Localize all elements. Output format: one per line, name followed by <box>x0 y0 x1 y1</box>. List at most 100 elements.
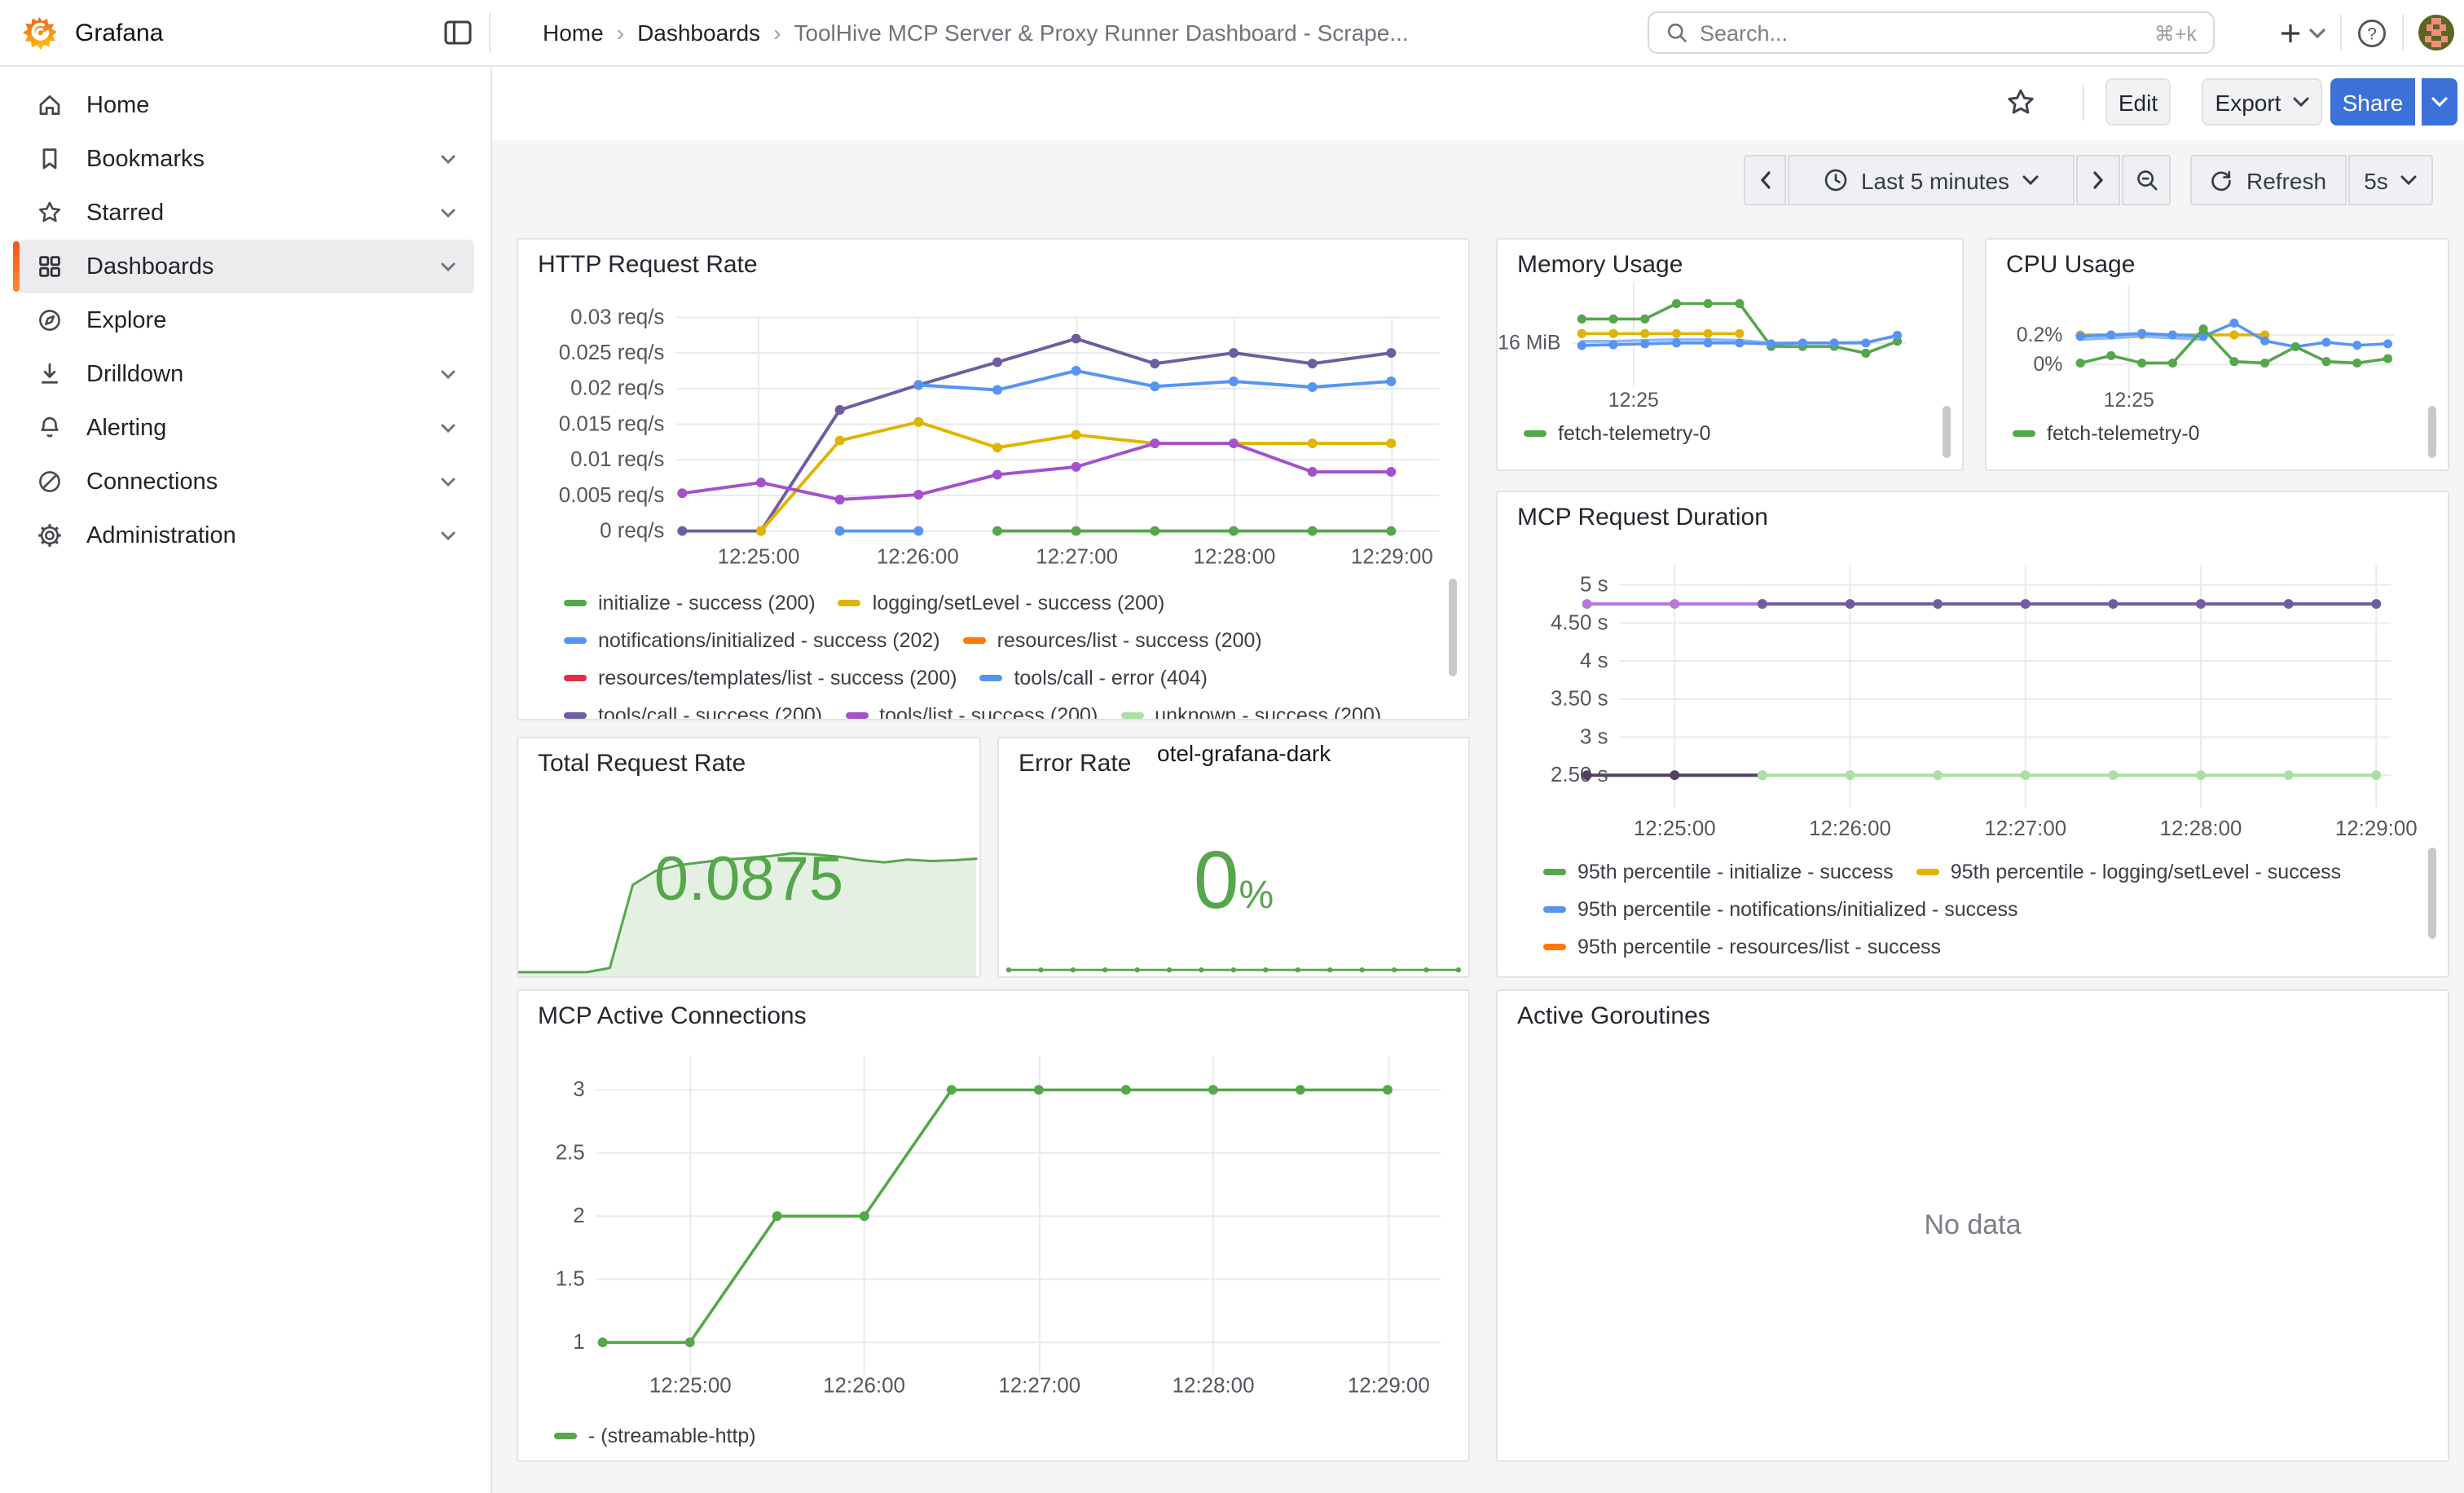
sidebar-item-alerting[interactable]: Alerting <box>20 401 474 455</box>
svg-text:12:29:00: 12:29:00 <box>1348 1375 1430 1398</box>
search-input[interactable]: Search... ⌘+k <box>1648 11 2215 54</box>
panel-title[interactable]: Error Rate <box>1019 750 1131 777</box>
legend-item[interactable]: 95th percentile - initialize - success <box>1543 861 1894 882</box>
svg-text:0.02 req/s: 0.02 req/s <box>570 377 664 400</box>
stat-number: 0 <box>1194 835 1239 926</box>
sidebar-item-home[interactable]: Home <box>20 78 474 132</box>
svg-text:0.01 req/s: 0.01 req/s <box>570 448 664 471</box>
panel-active-goroutines: Active Goroutines No data <box>1496 989 2449 1462</box>
sidebar-toggle-icon[interactable] <box>443 18 473 47</box>
star-icon <box>36 199 64 227</box>
svg-text:5 s: 5 s <box>1580 574 1608 597</box>
chevron-down-icon <box>438 364 458 384</box>
sidebar-item-label: Bookmarks <box>86 146 205 172</box>
avatar[interactable] <box>2418 15 2454 51</box>
panel-title[interactable]: MCP Active Connections <box>538 1002 807 1030</box>
refresh-interval-picker[interactable]: 5s <box>2348 155 2433 205</box>
legend-series-label: 95th percentile - notifications/initiali… <box>1577 897 2018 920</box>
legend-scrollbar[interactable] <box>1943 406 1951 458</box>
sidebar-item-administration[interactable]: Administration <box>20 509 474 562</box>
header-divider <box>2402 15 2404 51</box>
legend-item[interactable]: 95th percentile - notifications/initiali… <box>1543 898 2018 919</box>
zoom-out-button[interactable] <box>2122 155 2171 205</box>
sidebar-item-drilldown[interactable]: Drilldown <box>20 347 474 401</box>
sidebar-item-bookmarks[interactable]: Bookmarks <box>20 132 474 186</box>
chevron-down-icon <box>438 257 458 276</box>
bookmark-icon <box>36 145 64 173</box>
share-menu-button[interactable] <box>2418 78 2457 126</box>
stat-value: 0.0875 <box>518 846 979 916</box>
svg-text:1: 1 <box>573 1331 584 1354</box>
refresh-icon <box>2211 169 2233 192</box>
connections-icon <box>36 468 64 495</box>
legend-item[interactable]: notifications/initialized - success (202… <box>564 629 940 650</box>
legend-item[interactable]: 95th percentile - logging/setLevel - suc… <box>1916 861 2341 882</box>
svg-text:3 s: 3 s <box>1580 725 1608 748</box>
gear-icon <box>36 522 64 549</box>
legend-series-label: initialize - success (200) <box>598 592 816 614</box>
legend-item[interactable]: fetch-telemetry-0 <box>1524 422 1711 443</box>
legend-item[interactable]: resources/list - success (200) <box>963 629 1262 650</box>
legend-item[interactable]: - (streamable-http) <box>554 1425 756 1446</box>
export-button-label: Export <box>2215 89 2281 115</box>
legend-item[interactable]: 95th percentile - resources/list - succe… <box>1543 936 1941 957</box>
refresh-button[interactable]: Refresh <box>2190 155 2347 205</box>
chevron-down-icon <box>438 203 458 222</box>
panel-title[interactable]: Total Request Rate <box>538 750 746 777</box>
share-button[interactable]: Share <box>2330 78 2415 126</box>
chevron-down-icon <box>438 149 458 169</box>
legend-item[interactable]: tools/call - success (200) <box>564 704 822 720</box>
drilldown-icon <box>36 360 64 388</box>
mcp-request-duration-legend: 95th percentile - initialize - success 95… <box>1543 861 2436 962</box>
favorite-star-icon[interactable] <box>2004 86 2037 119</box>
legend-scrollbar[interactable] <box>2428 848 2436 939</box>
time-forward-button[interactable] <box>2076 155 2120 205</box>
sidebar-item-starred[interactable]: Starred <box>20 186 474 240</box>
chevron-down-icon <box>2022 174 2039 186</box>
breadcrumb-dashboards[interactable]: Dashboards <box>637 20 760 46</box>
share-button-label: Share <box>2343 89 2404 115</box>
edit-button[interactable]: Edit <box>2105 78 2171 126</box>
svg-text:2.5: 2.5 <box>556 1142 585 1165</box>
legend-series-color-icon <box>2013 429 2035 436</box>
breadcrumb-home[interactable]: Home <box>543 20 604 46</box>
legend-item[interactable]: resources/templates/list - success (200) <box>564 667 957 688</box>
panel-title[interactable]: HTTP Request Rate <box>538 251 758 279</box>
legend-series-label: notifications/initialized - success (202… <box>598 628 940 651</box>
panel-title[interactable]: MCP Request Duration <box>1517 504 1768 531</box>
sidebar-item-dashboards[interactable]: Dashboards <box>20 240 474 293</box>
legend-series-color-icon <box>1543 943 1566 949</box>
legend-series-label: resources/templates/list - success (200) <box>598 666 957 689</box>
home-icon <box>36 91 64 119</box>
panel-title[interactable]: Active Goroutines <box>1517 1002 1710 1030</box>
legend-series-label: unknown - success (200) <box>1155 703 1381 720</box>
panel-title[interactable]: CPU Usage <box>2006 251 2135 279</box>
legend-item[interactable]: logging/setLevel - success (200) <box>838 592 1165 613</box>
svg-text:3.50 s: 3.50 s <box>1551 688 1608 711</box>
legend-series-color-icon <box>1524 429 1547 436</box>
legend-scrollbar[interactable] <box>2428 406 2436 458</box>
legend-scrollbar[interactable] <box>1449 579 1457 676</box>
legend-item[interactable]: fetch-telemetry-0 <box>2013 422 2200 443</box>
legend-item[interactable]: tools/call - error (404) <box>979 667 1208 688</box>
export-button[interactable]: Export <box>2202 78 2322 126</box>
time-range-picker[interactable]: Last 5 minutes <box>1788 155 2075 205</box>
sidebar-item-connections[interactable]: Connections <box>20 455 474 509</box>
help-icon[interactable]: ? <box>2356 17 2387 48</box>
time-back-button[interactable] <box>1744 155 1786 205</box>
svg-text:12:28:00: 12:28:00 <box>2160 817 2242 840</box>
clock-icon <box>1824 168 1848 192</box>
brand[interactable]: Grafana <box>0 13 163 52</box>
legend-series-color-icon <box>1543 868 1566 874</box>
legend-item[interactable]: tools/list - success (200) <box>845 704 1098 720</box>
legend-item[interactable]: unknown - success (200) <box>1120 704 1381 720</box>
panel-title[interactable]: Memory Usage <box>1517 251 1683 279</box>
panel-memory-usage: Memory Usage 12:2516 MiB fetch-telemetry… <box>1496 238 1964 471</box>
new-button[interactable] <box>2278 20 2325 45</box>
time-range-label: Last 5 minutes <box>1861 167 2009 193</box>
refresh-interval-label: 5s <box>2364 167 2388 193</box>
legend-item[interactable]: initialize - success (200) <box>564 592 816 613</box>
sidebar-item-explore[interactable]: Explore <box>20 293 474 347</box>
panel-mcp-active-connections: MCP Active Connections 12:25:0012:26:001… <box>517 989 1470 1462</box>
dashboards-grid-icon <box>36 253 64 280</box>
